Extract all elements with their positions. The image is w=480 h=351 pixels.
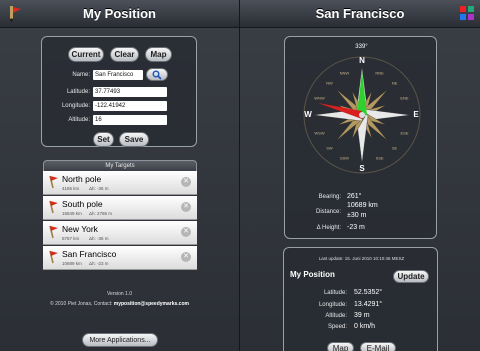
target-distance: 10689 km <box>62 261 82 266</box>
altitude-label: Altitude: <box>325 313 347 319</box>
copyright-line: © 2010 Piet Jonas, Contact: myposition@s… <box>0 301 239 307</box>
page-title: My Position <box>83 6 156 21</box>
latitude-label: Latitude: <box>66 89 90 95</box>
altitude-value: 39 m <box>354 312 370 319</box>
distance-value: 10689 km <box>347 202 378 209</box>
latitude-value: 52.5352° <box>354 289 383 296</box>
delete-target-icon[interactable]: ✕ <box>181 202 191 212</box>
compass-label-s: S <box>359 164 365 173</box>
longitude-field[interactable]: -122.41942 <box>93 101 167 111</box>
pin-flag-icon <box>49 175 58 189</box>
compass-label-ssw: SSW <box>340 155 349 160</box>
target-title: San Francisco <box>315 6 405 21</box>
target-distance: 15849 km <box>62 211 82 216</box>
my-position-titlebar: My Position <box>0 0 239 28</box>
target-height-diff: Δh: -23 m <box>89 261 109 266</box>
compass-label-nnw: NNW <box>340 71 350 76</box>
more-applications-button[interactable]: More Applications... <box>82 333 158 347</box>
last-update-text: Last update: 15. Juni 2010 10:10:46 MESZ <box>318 256 405 261</box>
compass-label-sw: SW <box>326 146 333 151</box>
email-button[interactable]: E-Mail <box>360 342 396 351</box>
target-row-south-pole[interactable]: South pole 15849 km Δh: 2786 m ✕ <box>43 196 197 220</box>
distance-accuracy: ±30 m <box>347 212 367 219</box>
north-needle <box>357 71 367 115</box>
my-position-info-box: Last update: 15. Juni 2010 10:10:46 MESZ… <box>283 247 438 351</box>
compass-label-wnw: WNW <box>314 95 325 100</box>
version-text: Version 1.0 <box>106 291 133 297</box>
target-row-north-pole[interactable]: North pole 4165 km Δh: -36 m ✕ <box>43 171 197 195</box>
compass-label-wsw: WSW <box>314 131 324 136</box>
target-name: New York <box>62 224 98 234</box>
speed-value: 0 km/h <box>354 323 376 330</box>
distance-label: Distance: <box>315 209 341 215</box>
name-label: Name: <box>72 72 90 78</box>
target-titlebar: San Francisco <box>240 0 480 28</box>
current-button[interactable]: Current <box>68 47 104 62</box>
target-height-diff: Δh: -36 m <box>89 186 109 191</box>
map-button[interactable]: Map <box>327 342 354 351</box>
latitude-field[interactable]: 37.77493 <box>93 87 167 97</box>
target-row-new-york[interactable]: New York 5767 km Δh: -36 m ✕ <box>43 221 197 245</box>
height-value: -23 m <box>347 224 365 231</box>
compass-label-nne: NNE <box>375 71 384 76</box>
compass-hub <box>359 112 365 118</box>
target-name: San Francisco <box>62 249 117 259</box>
color-grid-icon[interactable] <box>458 4 476 22</box>
longitude-label: Longitude: <box>318 302 347 308</box>
compass-label-e: E <box>413 110 419 119</box>
longitude-label: Longitude: <box>61 103 90 109</box>
target-name: South pole <box>62 199 103 209</box>
map-button[interactable]: Map <box>145 47 172 62</box>
set-button[interactable]: Set <box>93 132 114 147</box>
compass-box: 339° N NNE NE ENE E ESE SE SSE S SSW SW WSW W WNW NW NN… <box>284 36 437 239</box>
position-form-box: Current Clear Map Name: San Francisco La… <box>41 36 197 147</box>
compass-label-nw: NW <box>326 80 333 85</box>
pin-flag-icon <box>49 250 58 264</box>
delete-target-icon[interactable]: ✕ <box>181 177 191 187</box>
height-label: Δ Height: <box>316 225 341 231</box>
targets-header: My Targets <box>43 160 197 171</box>
search-icon <box>152 70 162 80</box>
my-position-heading: My Position <box>290 270 335 279</box>
target-distance: 5767 km <box>62 236 80 241</box>
compass-label-w: W <box>304 110 312 119</box>
search-button[interactable] <box>146 68 168 81</box>
heading-degrees: 339° <box>355 44 368 50</box>
update-button[interactable]: Update <box>393 270 429 283</box>
clear-button[interactable]: Clear <box>110 47 139 62</box>
contact-email-link[interactable]: myposition@speedymarks.com <box>114 301 189 307</box>
copyright-text: © 2010 Piet Jonas, Contact: <box>50 301 113 307</box>
target-name: North pole <box>62 174 102 184</box>
my-position-panel: My Position Current Clear Map Name: San … <box>0 0 239 351</box>
compass-label-ene: ENE <box>400 95 409 100</box>
delete-target-icon[interactable]: ✕ <box>181 252 191 262</box>
pin-flag-icon <box>49 200 58 214</box>
bearing-label: Bearing: <box>318 194 341 200</box>
compass-rose: N NNE NE ENE E ESE SE SSE S SSW SW WSW W WNW NW NNW <box>303 56 421 174</box>
compass-label-sse: SSE <box>376 155 384 160</box>
compass-label-n: N <box>359 56 365 65</box>
pin-flag-icon[interactable] <box>6 4 24 22</box>
target-height-diff: Δh: -36 m <box>89 236 109 241</box>
compass-label-ne: NE <box>392 80 398 85</box>
target-distance: 4165 km <box>62 186 80 191</box>
compass-label-ese: ESE <box>400 131 408 136</box>
target-height-diff: Δh: 2786 m <box>89 211 113 216</box>
latitude-label: Latitude: <box>323 290 347 296</box>
delete-target-icon[interactable]: ✕ <box>181 227 191 237</box>
altitude-field[interactable]: 16 <box>93 115 167 125</box>
pin-flag-icon <box>49 225 58 239</box>
compass-label-se: SE <box>392 146 398 151</box>
save-button[interactable]: Save <box>119 132 149 147</box>
name-field[interactable]: San Francisco <box>93 70 143 80</box>
longitude-value: 13.4291° <box>354 301 383 308</box>
speed-label: Speed: <box>327 324 347 330</box>
target-row-san-francisco[interactable]: San Francisco 10689 km Δh: -23 m ✕ <box>43 246 197 270</box>
altitude-label: Altitude: <box>68 117 90 123</box>
bearing-value: 261° <box>347 193 362 200</box>
